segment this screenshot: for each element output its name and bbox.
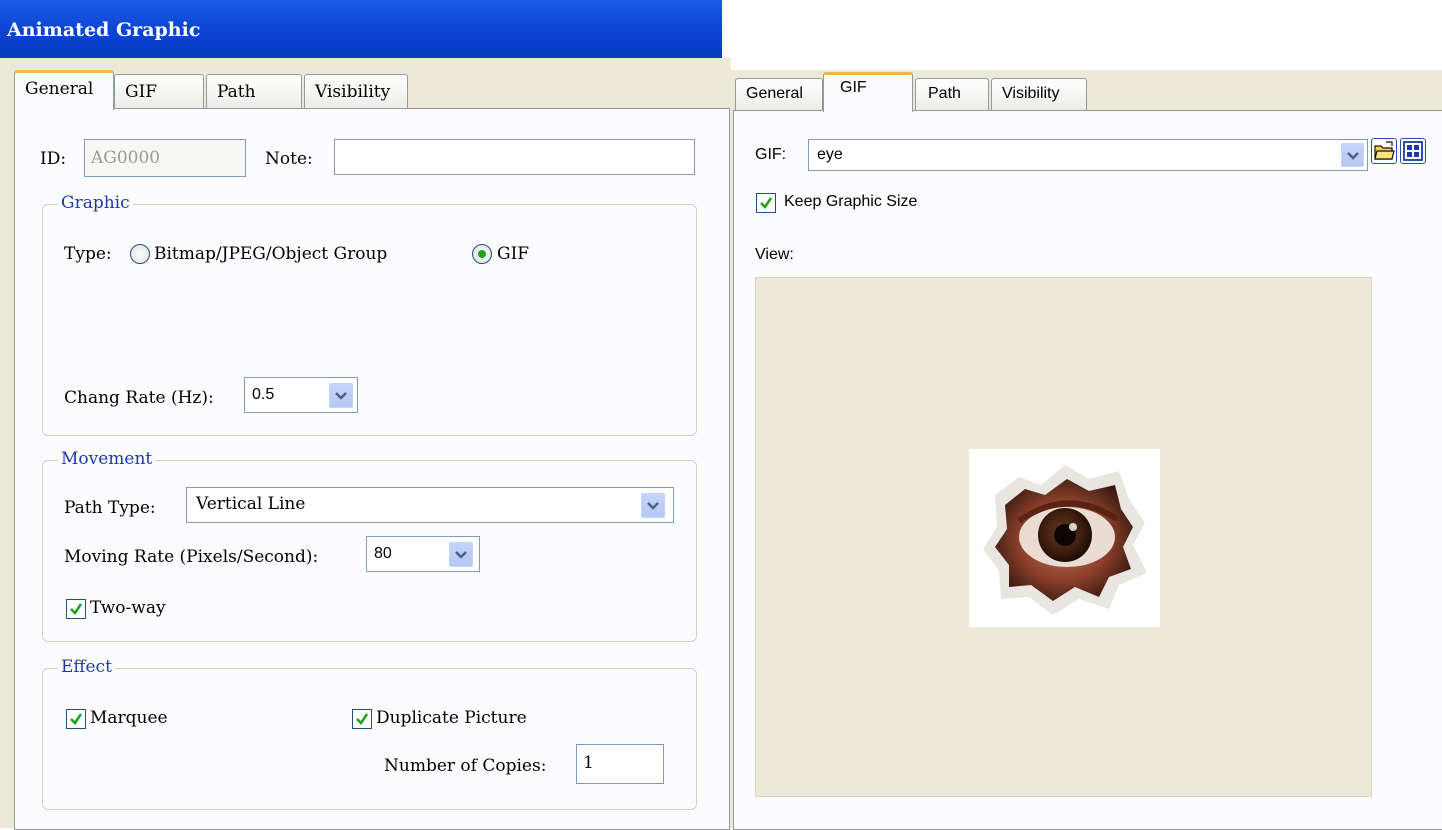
animated-graphic-dialog: Animated Graphic General GIF Path Visibi… [0,0,731,830]
tab-label: Visibility [315,82,391,102]
id-value: AG0000 [91,148,161,168]
gif-label: GIF: [755,146,787,163]
marquee-label: Marquee [90,708,168,728]
tab-general[interactable]: General [735,78,823,112]
graphic-legend: Graphic [58,193,133,213]
path-type-label: Path Type: [64,498,156,518]
duplicate-picture-checkbox[interactable] [352,709,372,729]
tab-label: General [25,79,94,99]
marquee-checkbox[interactable] [66,709,86,729]
path-type-select[interactable]: Vertical Line [186,487,674,523]
note-field[interactable] [334,139,695,175]
gallery-button[interactable] [1400,138,1426,164]
moving-rate-label: Moving Rate (Pixels/Second): [64,547,319,567]
chevron-down-icon[interactable] [641,493,665,518]
open-folder-icon [1374,141,1395,160]
eye-image-icon [983,465,1147,615]
two-way-checkbox[interactable] [66,599,86,619]
rate-value: 0.5 [252,386,275,403]
id-field: AG0000 [84,139,246,177]
gif-option-label: GIF [497,244,530,264]
chevron-down-icon[interactable] [329,383,353,408]
radio-selected-dot [478,250,486,258]
keep-graphic-size-label: Keep Graphic Size [784,193,918,210]
grid-icon [1403,141,1423,161]
copies-label: Number of Copies: [384,756,547,776]
preview-image [969,449,1160,627]
title-bar[interactable]: Animated Graphic [0,0,722,58]
tab-label: GIF [840,79,867,96]
tab-label: Visibility [1002,85,1060,102]
tab-label: Path [928,85,961,102]
tab-visibility[interactable]: Visibility [991,78,1087,112]
id-label: ID: [40,149,67,169]
tab-path[interactable]: Path [915,78,989,112]
gif-select[interactable]: eye [808,139,1368,171]
tab-label: GIF [125,82,158,102]
view-label: View: [755,246,794,263]
keep-graphic-size-checkbox[interactable] [756,193,776,213]
rate-label: Chang Rate (Hz): [64,388,214,408]
chevron-down-icon[interactable] [449,542,473,567]
rate-select[interactable]: 0.5 [244,377,358,413]
copies-field[interactable]: 1 [576,744,664,784]
tab-visibility[interactable]: Visibility [304,74,408,110]
gif-value: eye [817,146,843,163]
window-title: Animated Graphic [7,19,201,41]
path-type-value: Vertical Line [196,494,306,514]
movement-legend: Movement [58,449,156,469]
tab-label: Path [217,82,256,102]
type-label: Type: [64,244,112,264]
tab-label: General [746,85,803,102]
radio-bitmap[interactable] [130,244,150,264]
tab-gif[interactable]: GIF [114,74,204,110]
bitmap-option-label: Bitmap/JPEG/Object Group [154,244,388,264]
browse-button[interactable] [1371,138,1397,164]
tab-gif[interactable]: GIF [823,72,913,112]
radio-gif[interactable] [472,244,492,264]
note-label: Note: [265,149,313,169]
moving-rate-value: 80 [374,545,392,562]
effect-group [42,668,697,810]
tab-general[interactable]: General [14,70,114,110]
duplicate-picture-label: Duplicate Picture [376,708,527,728]
chevron-down-icon[interactable] [1341,143,1364,167]
tab-path[interactable]: Path [206,74,302,110]
copies-value: 1 [583,753,594,773]
moving-rate-select[interactable]: 80 [366,536,480,572]
effect-legend: Effect [58,657,115,677]
two-way-label: Two-way [90,598,166,618]
